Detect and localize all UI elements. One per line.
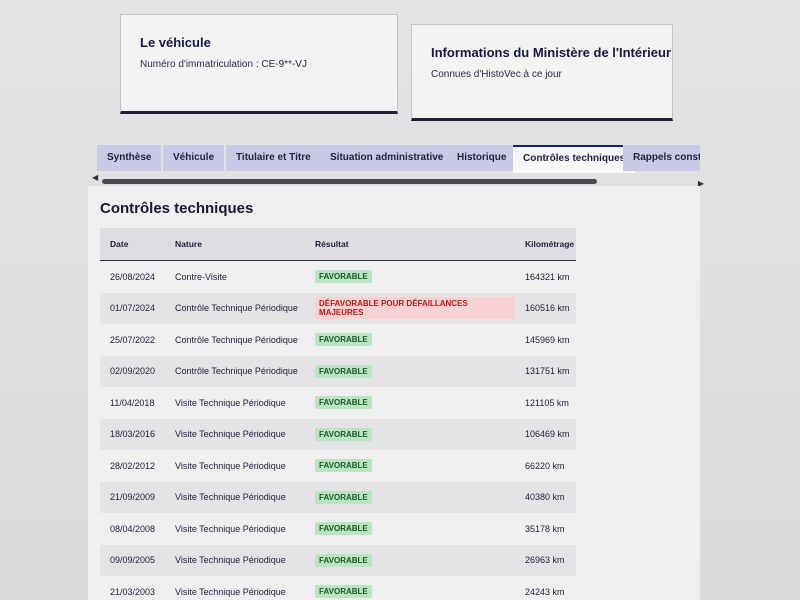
column-header-mileage: Kilométrage — [515, 228, 576, 261]
ministry-card-title: Informations du Ministère de l'Intérieur — [431, 45, 672, 60]
result-badge: FAVORABLE — [315, 333, 372, 347]
result-badge: FAVORABLE — [315, 585, 372, 599]
cell-date: 11/04/2018 — [100, 387, 165, 419]
ministry-card-subtitle: Connues d'HistoVec à ce jour — [431, 69, 562, 80]
cell-nature: Contrôle Technique Périodique — [165, 324, 305, 356]
cell-date: 26/08/2024 — [100, 260, 165, 293]
cell-date: 02/09/2020 — [100, 355, 165, 387]
result-badge: FAVORABLE — [315, 490, 372, 504]
tab-content-panel: Contrôles techniques Date Nature Résulta… — [88, 186, 700, 600]
table-row: 01/07/2024 Contrôle Technique Périodique D… — [100, 292, 576, 324]
tab-rappels-constructeur[interactable]: Rappels constructeur — [623, 145, 700, 171]
table-row: 28/02/2012 Visite Technique Périodique FAV… — [100, 450, 576, 482]
result-badge: FAVORABLE — [315, 522, 372, 536]
cell-mileage: 121105 km — [515, 387, 576, 419]
result-badge: FAVORABLE — [315, 364, 372, 378]
cell-mileage: 106469 km — [515, 418, 576, 450]
tab-synthese[interactable]: Synthèse — [97, 145, 162, 171]
table-row: 11/04/2018 Visite Technique Périodique FAV… — [100, 387, 576, 419]
table-row: 21/09/2009 Visite Technique Périodique FAV… — [100, 481, 576, 513]
cell-result: FAVORABLE — [305, 450, 515, 482]
cell-nature: Visite Technique Périodique — [165, 576, 305, 600]
result-badge: FAVORABLE — [315, 270, 372, 284]
triangle-left-icon[interactable]: ◀ — [92, 173, 98, 182]
cell-date: 08/04/2008 — [100, 513, 165, 545]
cell-mileage: 145969 km — [515, 324, 576, 356]
table-row: 25/07/2022 Contrôle Technique Périodique F… — [100, 324, 576, 356]
cell-mileage: 66220 km — [515, 450, 576, 482]
cell-mileage: 40380 km — [515, 481, 576, 513]
table-row: 09/09/2005 Visite Technique Périodique FAV… — [100, 544, 576, 576]
ministry-card: Informations du Ministère de l'Intérieur… — [411, 24, 673, 121]
table-row: 26/08/2024 Contre-Visite FAVORABLE 164321 k… — [100, 260, 576, 293]
tab-titulaire-et-titre[interactable]: Titulaire et Titre — [226, 145, 321, 171]
cell-result: FAVORABLE — [305, 387, 515, 419]
section-title: Contrôles techniques — [100, 200, 254, 217]
cell-date: 21/03/2003 — [100, 576, 165, 600]
cell-date: 25/07/2022 — [100, 324, 165, 356]
cell-result: FAVORABLE — [305, 355, 515, 387]
result-badge: FAVORABLE — [315, 396, 372, 410]
inspections-table: Date Nature Résultat Kilométrage 26/08/2… — [100, 228, 576, 600]
registration-number: Numéro d'immatriculation : CE-9**-VJ — [140, 59, 307, 70]
cell-date: 28/02/2012 — [100, 450, 165, 482]
result-badge: FAVORABLE — [315, 459, 372, 473]
cell-result: FAVORABLE — [305, 481, 515, 513]
tab-bar: Synthèse Véhicule Titulaire et Titre Sit… — [97, 145, 700, 175]
table-header-row: Date Nature Résultat Kilométrage — [100, 228, 576, 261]
table-row: 18/03/2016 Visite Technique Périodique FAV… — [100, 418, 576, 450]
table-row: 21/03/2003 Visite Technique Périodique FAV… — [100, 576, 576, 600]
cell-nature: Visite Technique Périodique — [165, 481, 305, 513]
page: Le véhicule Numéro d'immatriculation : C… — [0, 0, 800, 600]
cell-result: FAVORABLE — [305, 576, 515, 600]
cell-nature: Contre-Visite — [165, 260, 305, 293]
cell-result: FAVORABLE — [305, 260, 515, 293]
cell-nature: Visite Technique Périodique — [165, 418, 305, 450]
result-badge: FAVORABLE — [315, 553, 372, 567]
cell-result: FAVORABLE — [305, 418, 515, 450]
scrollbar-thumb[interactable] — [102, 179, 597, 184]
cell-date: 09/09/2005 — [100, 544, 165, 576]
cell-mileage: 35178 km — [515, 513, 576, 545]
cell-nature: Visite Technique Périodique — [165, 513, 305, 545]
tab-vehicule[interactable]: Véhicule — [163, 145, 225, 171]
cell-result: FAVORABLE — [305, 324, 515, 356]
table-row: 02/09/2020 Contrôle Technique Périodique F… — [100, 355, 576, 387]
cell-mileage: 24243 km — [515, 576, 576, 600]
cell-nature: Visite Technique Périodique — [165, 387, 305, 419]
column-header-nature: Nature — [165, 228, 305, 261]
tab-controles-techniques[interactable]: Contrôles techniques — [513, 145, 636, 173]
cell-nature: Visite Technique Périodique — [165, 544, 305, 576]
result-badge: FAVORABLE — [315, 427, 372, 441]
cell-mileage: 164321 km — [515, 260, 576, 293]
column-header-date: Date — [100, 228, 165, 261]
vehicle-card: Le véhicule Numéro d'immatriculation : C… — [120, 14, 398, 114]
cell-mileage: 160516 km — [515, 292, 576, 324]
cell-nature: Contrôle Technique Périodique — [165, 355, 305, 387]
column-header-result: Résultat — [305, 228, 515, 261]
cell-result: FAVORABLE — [305, 513, 515, 545]
tab-situation-administrative[interactable]: Situation administrative — [320, 145, 454, 171]
cell-result: FAVORABLE — [305, 544, 515, 576]
cell-mileage: 26963 km — [515, 544, 576, 576]
cell-nature: Visite Technique Périodique — [165, 450, 305, 482]
tab-historique[interactable]: Historique — [447, 145, 517, 171]
cell-mileage: 131751 km — [515, 355, 576, 387]
tabs-scrollbar[interactable]: ◀ ▶ — [92, 173, 704, 188]
result-badge: DÉFAVORABLE POUR DÉFAILLANCES MAJEURES — [315, 297, 515, 320]
cell-nature: Contrôle Technique Périodique — [165, 292, 305, 324]
cell-date: 18/03/2016 — [100, 418, 165, 450]
cell-result: DÉFAVORABLE POUR DÉFAILLANCES MAJEURES — [305, 292, 515, 324]
cell-date: 01/07/2024 — [100, 292, 165, 324]
table-row: 08/04/2008 Visite Technique Périodique FAV… — [100, 513, 576, 545]
cell-date: 21/09/2009 — [100, 481, 165, 513]
vehicle-card-title: Le véhicule — [140, 35, 211, 50]
